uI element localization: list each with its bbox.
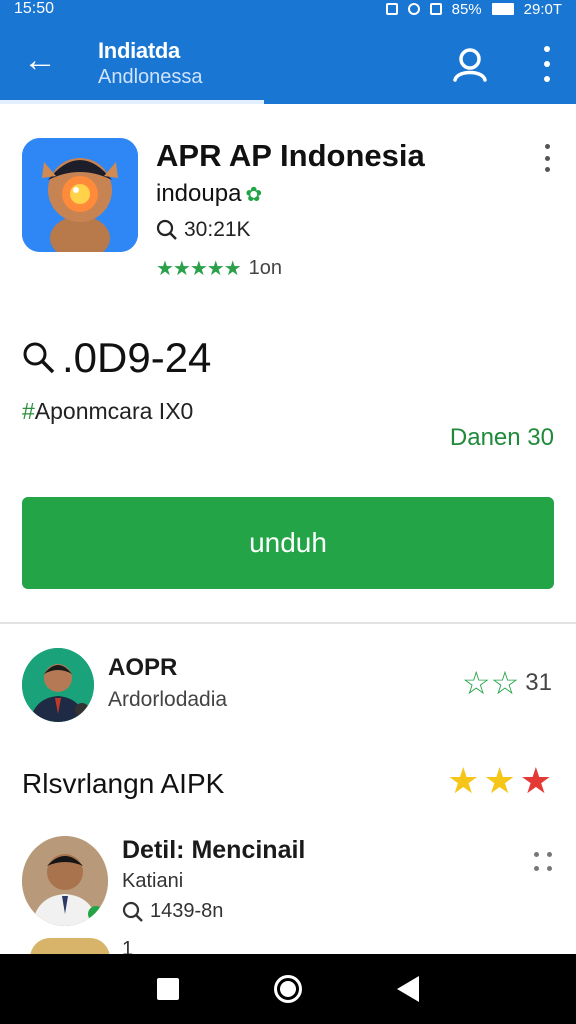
section-title: Rlsvrlangn AIPK (22, 768, 225, 799)
back-arrow-icon[interactable]: ← (22, 42, 58, 78)
battery-icon (491, 3, 514, 15)
review-subtitle: Katiani (122, 870, 184, 892)
developer-row-count: 31 (525, 669, 552, 696)
downloads-line: 30:21K (156, 218, 251, 242)
review-meta-text: 1439-8n (150, 900, 224, 922)
metric-line: .0D9-24 (22, 334, 211, 382)
app-bar-titles: Indiatda Andlonessa (98, 38, 203, 89)
rating-stars: ★★★★★ (156, 258, 242, 280)
recents-square-icon[interactable] (157, 978, 180, 1000)
rating-text: 1on (248, 257, 283, 279)
red-star: ★ (519, 760, 556, 801)
search-icon (122, 901, 143, 922)
battery-percent: 85% (451, 0, 482, 18)
outline-star-icon[interactable]: ☆☆ (462, 664, 519, 702)
tagline: #Aponmcara IX0 (22, 398, 193, 425)
developer-row-name: AOPR (108, 654, 178, 681)
account-icon[interactable] (450, 44, 490, 84)
tagline-text: Aponmcara IX0 (34, 398, 194, 424)
status-time: 15:50 (14, 0, 55, 17)
status-icons: 85% 29:0T (385, 0, 562, 18)
app-bar-subtitle: Andlonessa (98, 66, 203, 88)
alarm-icon (407, 3, 420, 15)
search-icon (156, 219, 177, 240)
home-circle-icon[interactable] (273, 975, 302, 1003)
back-triangle-icon[interactable] (396, 976, 419, 1002)
download-button[interactable]: unduh (22, 497, 554, 589)
developer-avatar[interactable] (22, 648, 94, 722)
tagline-hash: # (22, 398, 35, 424)
status-clock: 29:0T (523, 0, 562, 18)
review-meta: 1439-8n (122, 900, 223, 923)
developer-row-subtitle: Ardorlodadia (108, 688, 228, 711)
divider (0, 622, 576, 624)
developer-line[interactable]: indoupa ✿ (156, 180, 262, 208)
card-overflow-icon[interactable] (542, 144, 552, 172)
overflow-menu-icon[interactable] (540, 46, 554, 82)
side-link[interactable]: Danen 30 (450, 424, 554, 452)
developer-row-rating[interactable]: ☆☆ 31 (462, 664, 552, 702)
developer-name[interactable]: indoupa (156, 180, 241, 208)
yellow-stars: ★★ (447, 760, 520, 801)
status-bar: 15:50 85% 29:0T (0, 0, 576, 18)
verified-badge-icon: ✿ (245, 183, 263, 206)
app-bar-title: Indiatda (98, 38, 180, 63)
app-name: APR AP Indonesia (156, 138, 425, 173)
search-icon (23, 342, 55, 374)
notification-icon (385, 3, 398, 15)
review-overflow-icon[interactable] (534, 852, 552, 872)
rating-line: ★★★★★ 1on (156, 256, 282, 281)
tab-indicator (0, 100, 264, 104)
review-title: Detil: Mencinail (122, 836, 306, 864)
downloads-count: 30:21K (184, 218, 251, 241)
system-nav-bar (0, 954, 576, 1024)
metric-value: .0D9-24 (62, 334, 212, 381)
app-icon (22, 138, 138, 252)
reviewer-avatar[interactable] (22, 836, 108, 926)
wifi-icon (429, 3, 442, 15)
app-bar: ← Indiatda Andlonessa (0, 18, 576, 104)
section-stars: ★★★ (447, 760, 556, 802)
